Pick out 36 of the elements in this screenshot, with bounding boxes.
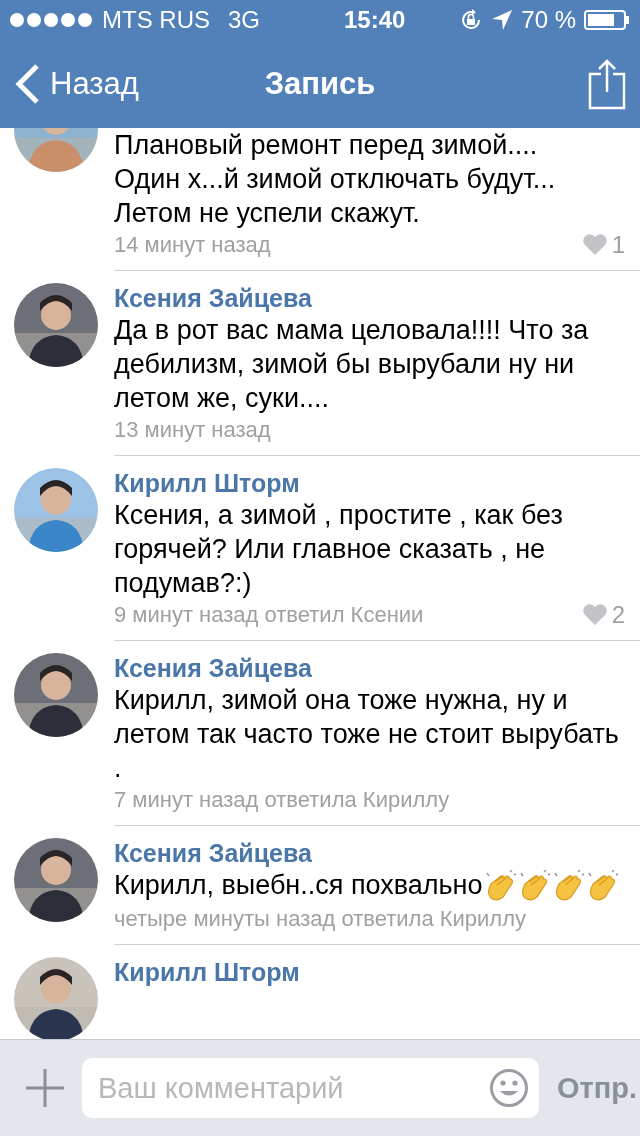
add-attachment-button[interactable] bbox=[26, 1069, 64, 1107]
carrier-name: MTS RUS bbox=[102, 6, 210, 34]
comment-text: Ксения, а зимой , простите , как без горячей? Или главное сказать , не подумав?:) bbox=[114, 500, 563, 598]
comment-input[interactable]: Ваш комментарий bbox=[82, 1058, 539, 1118]
clock: 15:40 bbox=[342, 6, 406, 34]
chevron-left-icon bbox=[14, 63, 40, 105]
heart-icon bbox=[581, 604, 608, 626]
author-name[interactable]: Ксения Зайцева bbox=[114, 653, 312, 683]
smiley-icon[interactable] bbox=[489, 1068, 529, 1108]
network-type: 3G bbox=[228, 6, 260, 34]
battery-percent: 70 % bbox=[521, 6, 576, 34]
author-name[interactable]: Кирилл Шторм bbox=[114, 468, 300, 498]
comment-time: 9 минут назад ответил Ксении bbox=[114, 601, 424, 629]
comment-time: четыре минуты назад ответила Кириллу bbox=[114, 904, 527, 933]
comment-time: 13 минут назад bbox=[114, 416, 271, 444]
share-icon bbox=[588, 58, 626, 110]
location-arrow-icon bbox=[491, 9, 514, 31]
screen-title: Запись bbox=[264, 66, 376, 101]
comment-text: Кирилл, выебн..ся похвально bbox=[114, 870, 483, 900]
plus-icon bbox=[26, 1069, 64, 1107]
like-button[interactable]: 1 bbox=[581, 231, 625, 259]
battery-icon bbox=[584, 10, 630, 30]
heart-icon bbox=[581, 234, 608, 256]
comment-text: Плановый ремонт перед зимой.... Один х...й зимой отключать будут... Летом не успели скажут. bbox=[114, 130, 556, 228]
like-button[interactable]: 2 bbox=[581, 601, 625, 629]
comment-time: 7 минут назад ответила Кириллу bbox=[114, 786, 450, 814]
send-button[interactable]: Отпр. bbox=[557, 1071, 638, 1105]
author-name[interactable]: Ксения Зайцева bbox=[114, 283, 312, 313]
signal-icon bbox=[10, 13, 94, 27]
share-button[interactable] bbox=[588, 58, 626, 110]
author-name[interactable]: Кирилл Шторм bbox=[114, 956, 300, 987]
back-button[interactable]: Назад bbox=[14, 63, 139, 105]
comment-text: Кирилл, зимой она тоже нужна, ну и летом так часто тоже не стоит вырубать . bbox=[114, 685, 619, 783]
author-name[interactable]: Ксения Зайцева bbox=[114, 838, 312, 868]
comment-text: Да в рот вас мама целовала!!!! Что за дебилизм, зимой бы вырубали ну ни летом же, суки.... bbox=[114, 315, 589, 413]
comment-time: 14 минут назад bbox=[114, 231, 271, 259]
